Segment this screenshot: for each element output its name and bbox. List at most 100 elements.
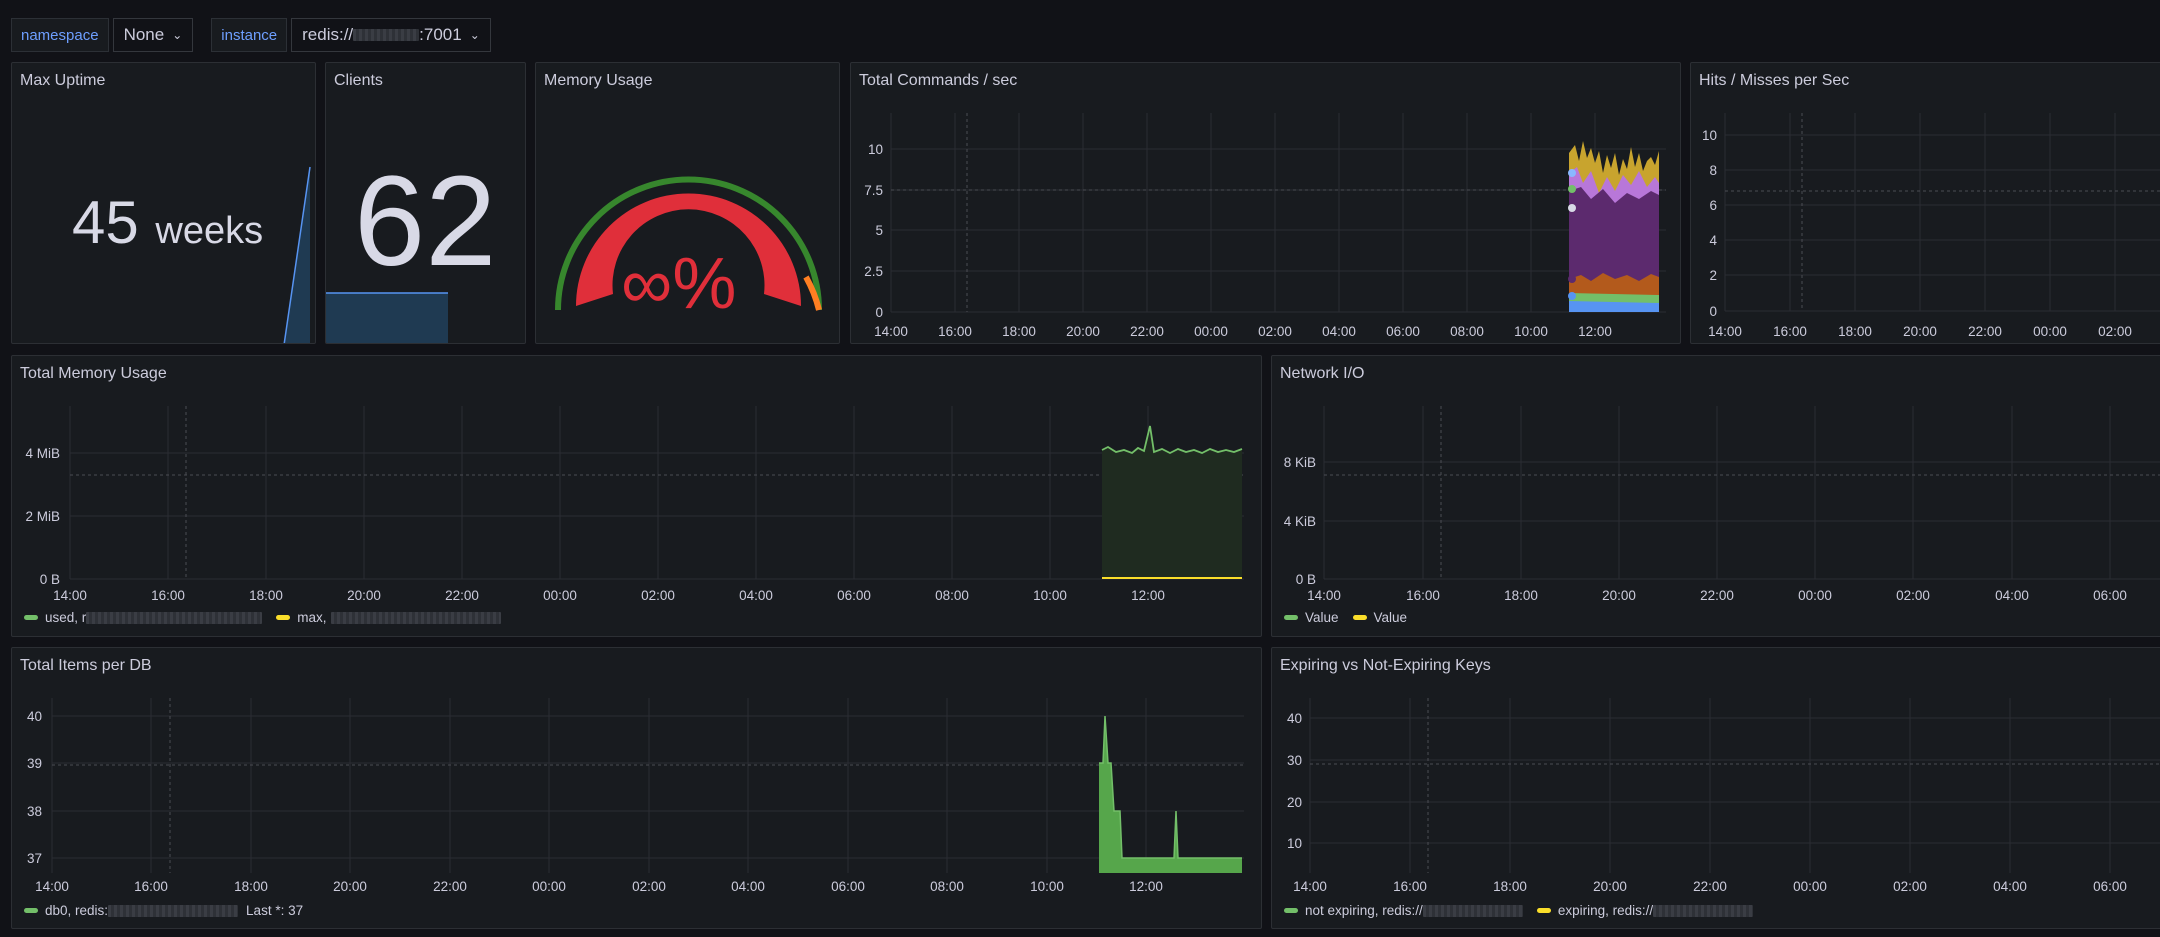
x-tick: 10:00	[1030, 879, 1064, 894]
x-tick: 22:00	[1693, 879, 1727, 894]
hits-misses-chart: 10 8 6 4 2 0 14:00 16:00 18:00 20:00 22:…	[1702, 113, 2160, 339]
x-tick: 06:00	[831, 879, 865, 894]
namespace-select[interactable]: None ⌄	[112, 18, 194, 52]
x-tick: 14:00	[1708, 324, 1742, 339]
items-chart: 40 39 38 37 14:00 16:00 18:00 20:00 22:0…	[27, 698, 1244, 894]
x-tick: 14:00	[1307, 588, 1341, 603]
x-tick: 00:00	[1793, 879, 1827, 894]
x-tick: 00:00	[1798, 588, 1832, 603]
expiring-legend: not expiring, redis:// expiring, redis:/…	[1284, 903, 1767, 918]
x-tick: 04:00	[731, 879, 765, 894]
x-tick: 00:00	[2033, 324, 2067, 339]
y-tick: 10	[1287, 836, 1302, 851]
x-tick: 02:00	[1896, 588, 1930, 603]
x-tick: 20:00	[333, 879, 367, 894]
legend-swatch	[24, 615, 38, 620]
y-tick: 8 KiB	[1284, 455, 1316, 470]
x-tick: 00:00	[1194, 324, 1228, 339]
x-tick: 06:00	[1386, 324, 1420, 339]
chevron-down-icon: ⌄	[172, 28, 183, 42]
legend-last-value: Last *: 37	[246, 903, 304, 918]
y-tick: 38	[27, 804, 42, 819]
legend-item-db0[interactable]: db0, redis: Last *: 37	[24, 903, 303, 918]
x-tick: 08:00	[930, 879, 964, 894]
x-tick: 22:00	[445, 588, 479, 603]
items-legend: db0, redis: Last *: 37	[24, 903, 317, 918]
redacted-host	[1653, 904, 1754, 917]
instance-label: instance	[211, 18, 288, 52]
x-tick: 18:00	[249, 588, 283, 603]
instance-select[interactable]: redis:// :7001 ⌄	[291, 18, 491, 52]
y-tick: 4	[1709, 233, 1717, 248]
legend-item-value-1[interactable]: Value	[1284, 610, 1339, 625]
x-tick: 22:00	[1700, 588, 1734, 603]
x-tick: 18:00	[1493, 879, 1527, 894]
x-tick: 12:00	[1578, 324, 1612, 339]
y-tick: 0 B	[1296, 572, 1316, 587]
instance-suffix: :7001	[419, 25, 462, 44]
x-tick: 12:00	[1131, 588, 1165, 603]
chevron-down-icon: ⌄	[469, 28, 480, 42]
x-tick: 08:00	[935, 588, 969, 603]
x-tick: 16:00	[151, 588, 185, 603]
legend-item-not-expiring[interactable]: not expiring, redis://	[1284, 903, 1523, 918]
y-tick: 40	[27, 709, 42, 724]
x-tick: 08:00	[1450, 324, 1484, 339]
legend-label: db0, redis:	[45, 903, 109, 918]
legend-swatch	[1536, 908, 1551, 913]
legend-label: max,	[297, 610, 327, 625]
namespace-label: namespace	[11, 18, 109, 52]
x-tick: 16:00	[1406, 588, 1440, 603]
panel-clients[interactable]: Clients 62	[325, 62, 526, 344]
x-tick: 02:00	[632, 879, 666, 894]
x-tick: 14:00	[1293, 879, 1327, 894]
clients-value: 62	[354, 150, 497, 293]
legend-label: not expiring, redis://	[1305, 903, 1423, 918]
panel-total-commands[interactable]: Total Commands / sec 10 7.5 5 2.5 0 14:0…	[850, 62, 1681, 344]
x-tick: 20:00	[347, 588, 381, 603]
panel-hits-misses[interactable]: Hits / Misses per Sec 10 8 6 4 2 0 14:00…	[1690, 62, 2160, 344]
legend-item-used[interactable]: used, r	[24, 610, 263, 625]
legend-swatch	[1352, 615, 1367, 620]
x-tick: 14:00	[874, 324, 908, 339]
legend-label: Value	[1305, 610, 1339, 625]
redacted-host	[1422, 904, 1523, 917]
panel-total-memory[interactable]: Total Memory Usage 4 MiB 2 MiB 0 B 14:00…	[11, 355, 1262, 637]
x-tick: 20:00	[1593, 879, 1627, 894]
legend-item-value-2[interactable]: Value	[1352, 610, 1407, 625]
y-tick: 4 KiB	[1284, 514, 1316, 529]
panel-memory-usage[interactable]: Memory Usage ∞%	[535, 62, 840, 344]
commands-chart: 10 7.5 5 2.5 0 14:00 16:00 18:00 20:00 2…	[864, 113, 1666, 339]
legend-item-expiring[interactable]: expiring, redis://	[1536, 903, 1754, 918]
x-tick: 10:00	[1514, 324, 1548, 339]
y-tick: 2	[1709, 268, 1717, 283]
y-tick: 4 MiB	[25, 446, 60, 461]
x-tick: 16:00	[938, 324, 972, 339]
x-tick: 20:00	[1903, 324, 1937, 339]
x-tick: 20:00	[1066, 324, 1100, 339]
redacted-host	[108, 904, 239, 917]
x-tick: 14:00	[53, 588, 87, 603]
x-tick: 00:00	[532, 879, 566, 894]
panel-expiring-keys[interactable]: Expiring vs Not-Expiring Keys 40 30 20 1…	[1271, 647, 2160, 929]
x-tick: 06:00	[2093, 879, 2127, 894]
x-tick: 02:00	[641, 588, 675, 603]
x-tick: 16:00	[134, 879, 168, 894]
memory-chart: 4 MiB 2 MiB 0 B 14:00 16:00 18:00 20:00 …	[25, 406, 1244, 603]
network-legend: Value Value	[1284, 610, 1421, 625]
expiring-chart: 40 30 20 10 14:00 16:00 18:00 20:00 22:0…	[1287, 698, 2160, 894]
x-tick: 02:00	[1258, 324, 1292, 339]
panel-max-uptime[interactable]: Max Uptime 45 weeks	[11, 62, 316, 344]
y-tick: 8	[1709, 163, 1717, 178]
legend-label: expiring, redis://	[1557, 903, 1654, 918]
panel-network-io[interactable]: Network I/O 8 KiB 4 KiB 0 B 14:00 16:00 …	[1271, 355, 2160, 637]
x-tick: 16:00	[1773, 324, 1807, 339]
panel-items-per-db[interactable]: Total Items per DB 40 39 38 37 14:00 16:…	[11, 647, 1262, 929]
uptime-value: 45 weeks	[72, 188, 263, 257]
instance-prefix: redis://	[302, 25, 354, 44]
y-tick: 39	[27, 756, 42, 771]
x-tick: 20:00	[1602, 588, 1636, 603]
legend-swatch	[1284, 908, 1298, 913]
legend-item-max[interactable]: max,	[276, 610, 501, 625]
x-tick: 18:00	[1838, 324, 1872, 339]
